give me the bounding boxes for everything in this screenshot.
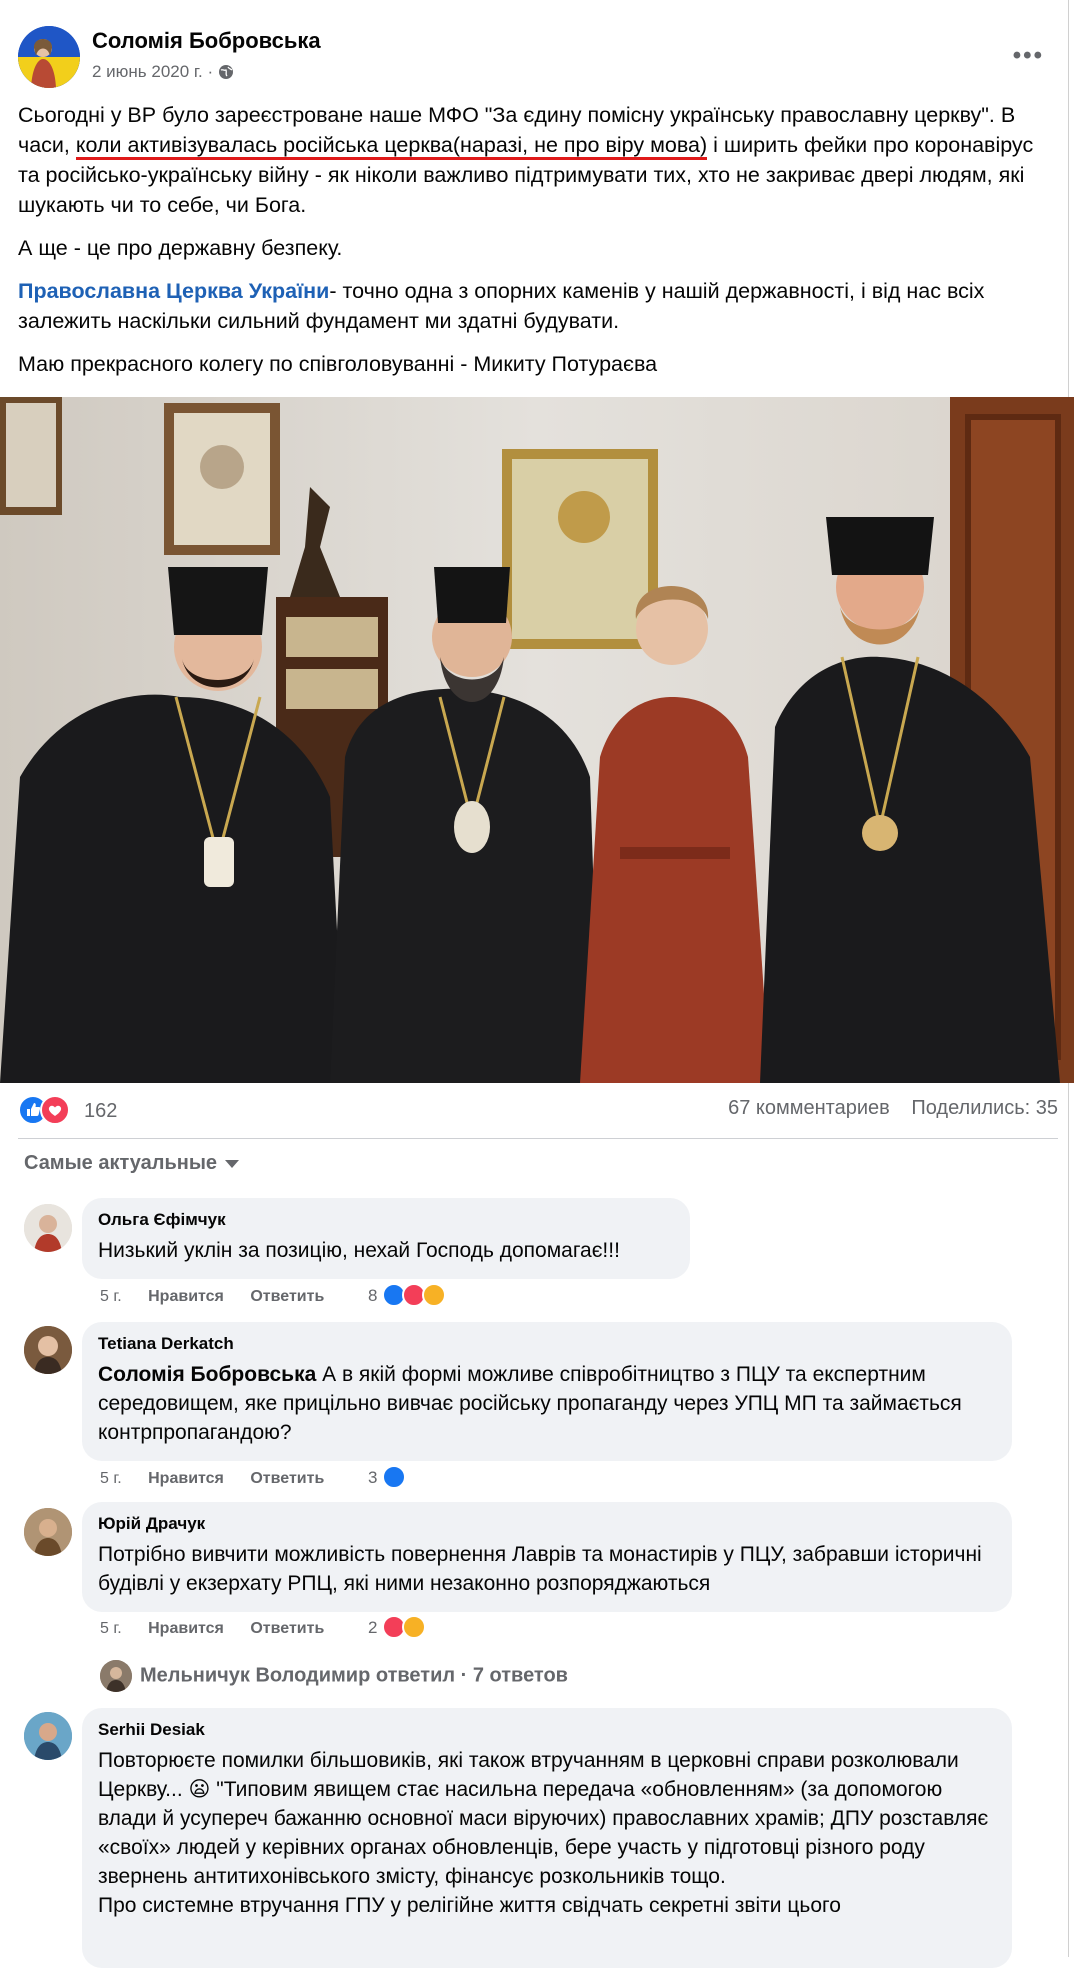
post-paragraph-4: Маю прекрасного колегу по співголовуванн… bbox=[18, 352, 658, 376]
sort-label: Самые актуальные bbox=[24, 1152, 218, 1174]
commenter-avatar[interactable] bbox=[24, 1326, 72, 1374]
comment-time[interactable]: 5 г. bbox=[100, 1288, 122, 1305]
comment-actions: 5 г. Нравится Ответить bbox=[100, 1470, 346, 1488]
comments-count[interactable]: 67 комментариев bbox=[728, 1097, 890, 1119]
comment-bubble: Tetiana Derkatch Соломія Бобровська А в … bbox=[82, 1322, 1012, 1461]
comment-text: Потрібно вивчити можливість повернення Л… bbox=[98, 1543, 982, 1595]
reactions-count[interactable]: 162 bbox=[84, 1100, 117, 1123]
globe-icon bbox=[218, 64, 234, 85]
more-options-button[interactable]: ••• bbox=[1013, 42, 1044, 70]
underlined-text: коли активізувалась російська церква(нар… bbox=[75, 133, 708, 160]
haha-icon bbox=[402, 1615, 426, 1639]
post-card: Соломія Бобровська 2 июнь 2020 г. · ••• … bbox=[0, 0, 1074, 1968]
post-photo[interactable] bbox=[0, 397, 1074, 1083]
comment-text: Повторюєте помилки більшовиків, які тако… bbox=[98, 1749, 989, 1888]
shares-count[interactable]: Поделились: 35 bbox=[911, 1097, 1058, 1119]
caret-down-icon bbox=[225, 1159, 240, 1168]
comment-sort-dropdown[interactable]: Самые актуальные bbox=[24, 1152, 240, 1175]
mention-link[interactable]: Соломія Бобровська bbox=[98, 1363, 316, 1386]
comment-actions: 5 г. Нравится Ответить bbox=[100, 1620, 346, 1638]
post-paragraph-3: Православна Церква України- точно одна з… bbox=[18, 276, 1058, 336]
love-icon bbox=[40, 1095, 70, 1125]
like-button[interactable]: Нравится bbox=[148, 1470, 224, 1487]
dot-separator: · bbox=[207, 62, 218, 81]
comment-time[interactable]: 5 г. bbox=[100, 1620, 122, 1637]
reply-button[interactable]: Ответить bbox=[250, 1620, 324, 1637]
comment-text-continued: Про системне втручання ГПУ у релігійне ж… bbox=[98, 1894, 841, 1917]
commenter-name[interactable]: Ольга Єфімчук bbox=[98, 1210, 674, 1230]
reaction-count[interactable]: 8 bbox=[368, 1286, 377, 1306]
comment-time[interactable]: 5 г. bbox=[100, 1470, 122, 1487]
commenter-name[interactable]: Юрій Драчук bbox=[98, 1514, 996, 1534]
post-header: Соломія Бобровська 2 июнь 2020 г. · ••• bbox=[18, 24, 1058, 94]
post-date[interactable]: 2 июнь 2020 г. bbox=[92, 62, 203, 81]
post-stats: 162 67 комментариев Поделились: 35 bbox=[18, 1092, 1058, 1126]
comment-bubble: Serhii Desiak Повторюєте помилки більшов… bbox=[82, 1708, 1012, 1968]
post-meta: 2 июнь 2020 г. · bbox=[92, 62, 234, 85]
commenter-name[interactable]: Serhii Desiak bbox=[98, 1720, 996, 1740]
like-button[interactable]: Нравится bbox=[148, 1288, 224, 1305]
page-link[interactable]: Православна Церква України bbox=[18, 279, 329, 303]
post-paragraph-2: А ще - це про державну безпеку. bbox=[18, 236, 343, 260]
author-name[interactable]: Соломія Бобровська bbox=[92, 28, 321, 54]
like-icon bbox=[382, 1465, 406, 1489]
haha-icon bbox=[422, 1283, 446, 1307]
reaction-count[interactable]: 3 bbox=[368, 1468, 377, 1488]
author-avatar[interactable] bbox=[18, 26, 80, 88]
commenter-avatar[interactable] bbox=[24, 1204, 72, 1252]
commenter-avatar[interactable] bbox=[24, 1712, 72, 1760]
reply-button[interactable]: Ответить bbox=[250, 1288, 324, 1305]
like-button[interactable]: Нравится bbox=[148, 1620, 224, 1637]
post-paragraph-1: Сьогодні у ВР було зареєстроване наше МФ… bbox=[18, 100, 1058, 220]
post-text: Сьогодні у ВР було зареєстроване наше МФ… bbox=[18, 100, 1058, 392]
comment-bubble: Ольга Єфімчук Низький уклін за позицію, … bbox=[82, 1198, 690, 1279]
reply-button[interactable]: Ответить bbox=[250, 1470, 324, 1487]
divider bbox=[18, 1138, 1058, 1139]
commenter-name[interactable]: Tetiana Derkatch bbox=[98, 1334, 996, 1354]
view-replies-link[interactable]: Мельничук Володимир ответил · 7 ответов bbox=[100, 1660, 568, 1692]
reply-summary-text: Мельничук Володимир ответил · 7 ответов bbox=[140, 1664, 568, 1687]
commenter-avatar[interactable] bbox=[24, 1508, 72, 1556]
replier-avatar bbox=[100, 1660, 132, 1692]
reaction-count[interactable]: 2 bbox=[368, 1618, 377, 1638]
comment-bubble: Юрій Драчук Потрібно вивчити можливість … bbox=[82, 1502, 1012, 1612]
stats-right: 67 комментариев Поделились: 35 bbox=[712, 1097, 1058, 1120]
comment-text: Соломія Бобровська А в якій формі можлив… bbox=[98, 1360, 996, 1447]
comment-text: Низький уклін за позицію, нехай Господь … bbox=[98, 1239, 620, 1262]
comment-actions: 5 г. Нравится Ответить bbox=[100, 1288, 346, 1306]
